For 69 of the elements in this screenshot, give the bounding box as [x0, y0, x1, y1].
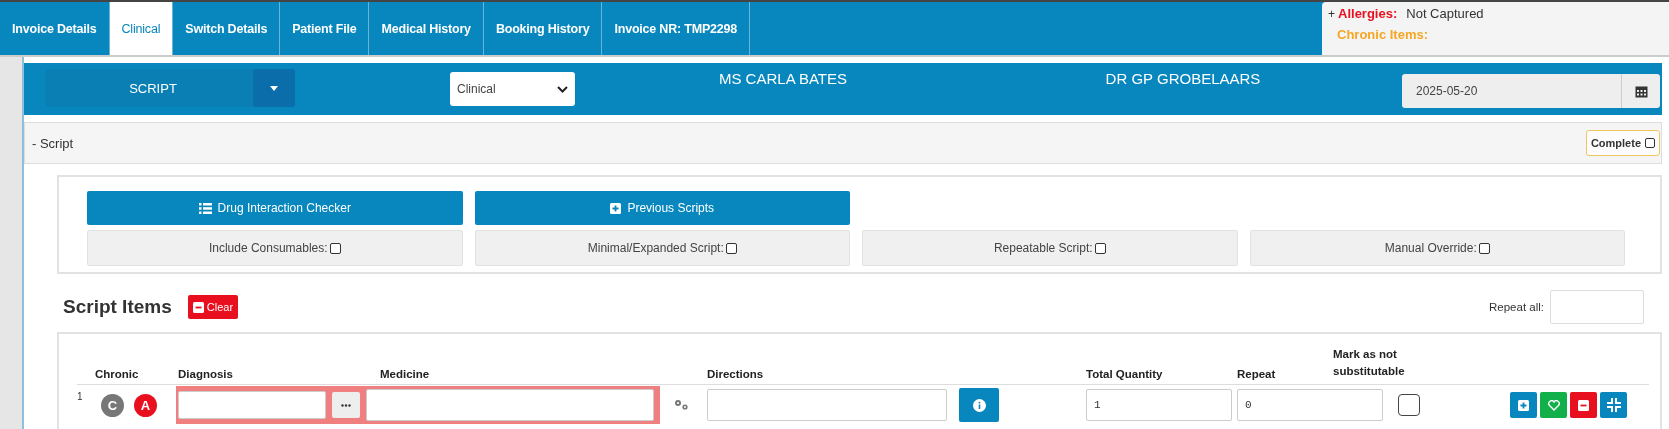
clear-button[interactable]: Clear: [187, 295, 239, 319]
action-button[interactable]: Previous Scripts: [474, 191, 850, 225]
add-button[interactable]: [1510, 392, 1537, 418]
total-quantity-field[interactable]: 1: [1086, 389, 1232, 421]
action-button[interactable]: Drug Interaction Checker: [87, 191, 463, 225]
favourite-button[interactable]: [1540, 392, 1567, 418]
script-items-heading: Script Items: [63, 296, 172, 318]
section-title: - Script: [32, 135, 74, 151]
tab[interactable]: Medical History: [369, 2, 484, 55]
checkbox[interactable]: [329, 242, 341, 254]
tab[interactable]: Switch Details: [173, 2, 281, 55]
option-toggle[interactable]: Manual Override:: [1249, 230, 1625, 266]
tab[interactable]: Patient File: [280, 2, 370, 55]
gears-icon[interactable]: [674, 399, 689, 411]
info-button[interactable]: [959, 388, 999, 422]
repeat-all-label: Repeat all:: [1489, 301, 1544, 313]
option-toggle[interactable]: Minimal/Expanded Script:: [474, 230, 850, 266]
option-toggle[interactable]: Include Consumables:: [87, 230, 463, 266]
date-field[interactable]: 2025-05-20: [1402, 74, 1660, 108]
minus-square-icon: [192, 301, 204, 313]
mode-dropdown[interactable]: SCRIPT: [45, 69, 295, 107]
more-button[interactable]: [332, 392, 360, 418]
checkbox[interactable]: [1645, 138, 1655, 148]
column-header: Mark as not substitutable: [1333, 346, 1406, 379]
heart-icon: [1547, 399, 1560, 411]
column-header: Repeat: [1237, 368, 1277, 382]
diagnosis-field[interactable]: [178, 391, 326, 419]
repeat-all-field[interactable]: [1550, 290, 1644, 324]
directions-field[interactable]: [707, 389, 947, 421]
checkbox[interactable]: [1398, 394, 1420, 416]
compress-icon: [1606, 398, 1621, 412]
complete-toggle[interactable]: Complete: [1585, 130, 1660, 156]
patient-name: MS CARLA BATES: [718, 70, 848, 87]
tab[interactable]: Invoice Details: [0, 2, 110, 55]
allergies-label: Allergies:: [1338, 6, 1398, 21]
column-header: Medicine: [380, 368, 431, 382]
status-badge[interactable]: A: [134, 393, 157, 417]
tab[interactable]: Clinical: [109, 2, 174, 55]
type-select[interactable]: Clinical: [450, 72, 575, 106]
column-header: Total Quantity: [1086, 368, 1164, 382]
expand-toggle[interactable]: +: [1328, 7, 1335, 21]
minus-square-icon: [1578, 399, 1589, 411]
plus-square-icon: [1518, 399, 1529, 411]
allergies-value: Not Captured: [1406, 6, 1484, 21]
tab[interactable]: Invoice NR: TMP2298: [602, 2, 751, 55]
section-header[interactable]: - Script Complete: [24, 122, 1662, 164]
list-icon: [198, 202, 212, 214]
caret-icon: [270, 85, 278, 91]
checkbox[interactable]: [1478, 242, 1490, 254]
collapse-button[interactable]: [1600, 392, 1627, 418]
option-toggle[interactable]: Repeatable Script:: [862, 230, 1238, 266]
doctor-name: DR GP GROBELAARS: [1105, 70, 1261, 87]
checkbox[interactable]: [725, 242, 737, 254]
tab[interactable]: Booking History: [483, 2, 603, 55]
ellipsis-icon: [341, 403, 351, 407]
medicine-field[interactable]: [366, 389, 654, 421]
info-icon: [972, 398, 986, 412]
remove-button[interactable]: [1570, 392, 1597, 418]
repeat-field[interactable]: 0: [1237, 389, 1383, 421]
checkbox[interactable]: [1094, 242, 1106, 254]
chronic-items-label: Chronic Items:: [1337, 27, 1428, 42]
column-header: Chronic: [95, 368, 140, 382]
row-number: 1: [77, 390, 84, 402]
chevron-icon: [557, 85, 568, 93]
status-badge[interactable]: C: [101, 393, 124, 417]
column-header: Diagnosis: [178, 368, 234, 382]
plus-square-icon: [610, 202, 622, 214]
column-header: Directions: [707, 368, 765, 382]
calendar-icon: [1634, 84, 1648, 98]
